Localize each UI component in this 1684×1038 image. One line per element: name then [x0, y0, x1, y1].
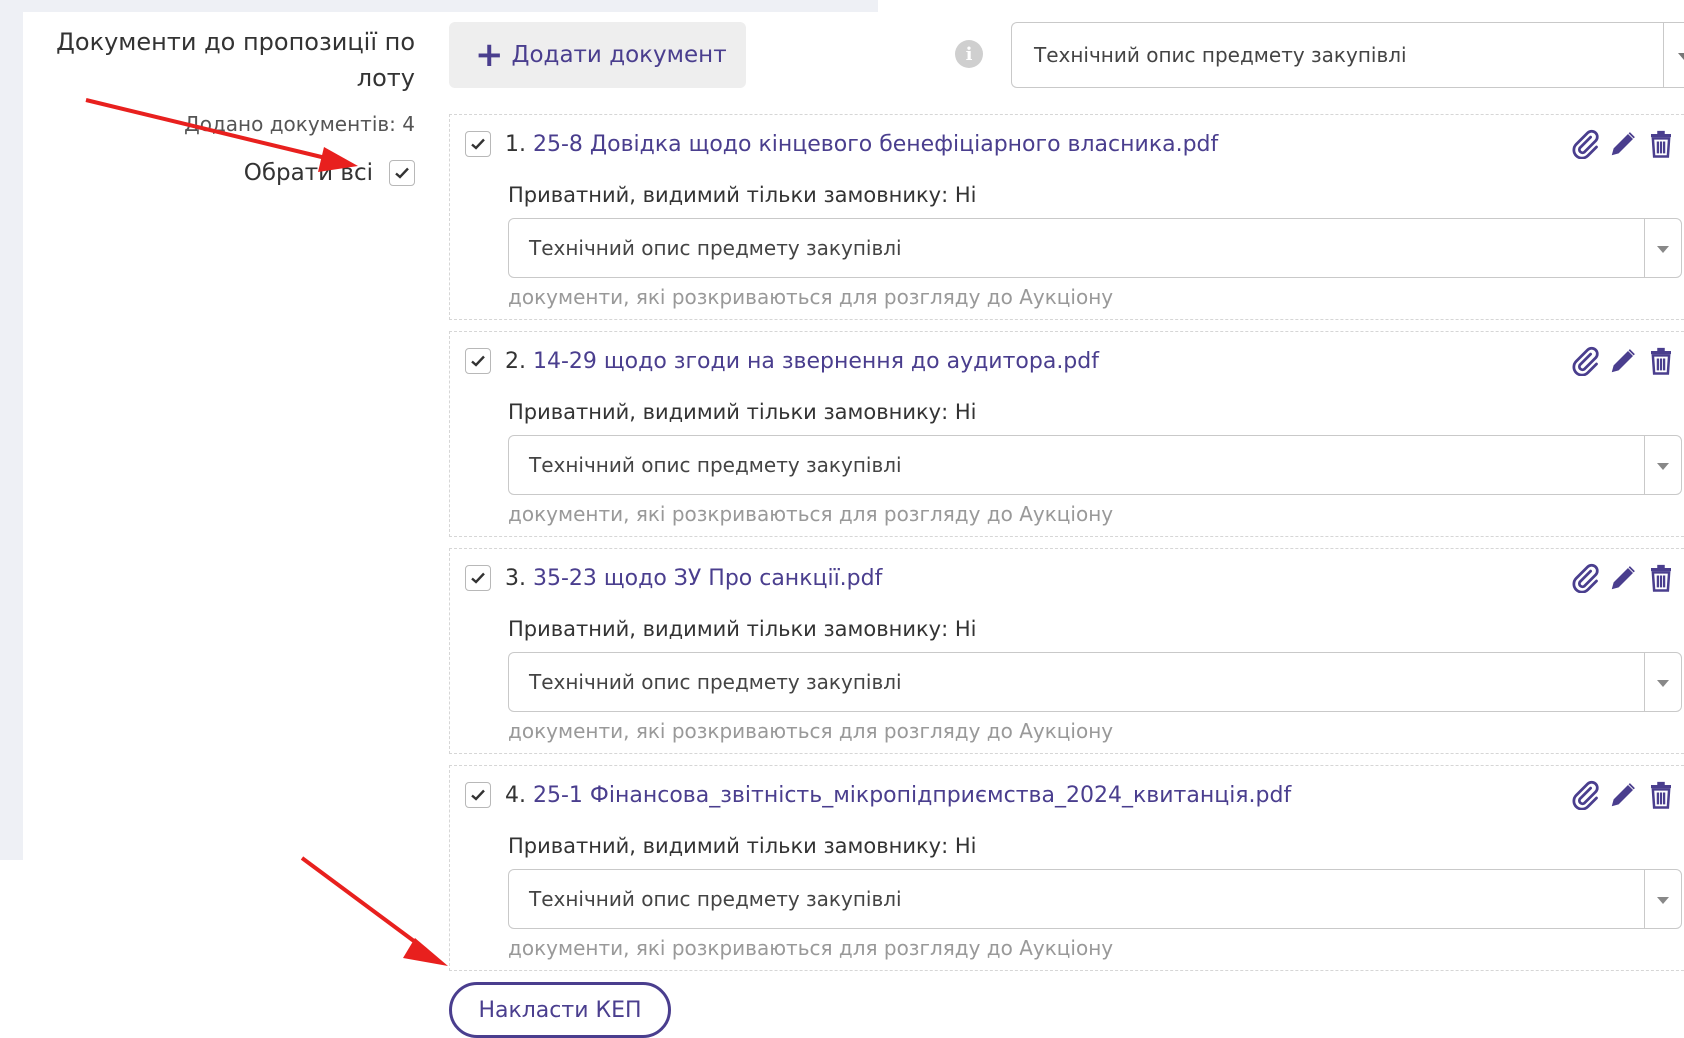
add-document-button[interactable]: + Додати документ [449, 22, 746, 88]
document-card: 3. 35-23 щодо ЗУ Про санкції.pdf Приватн… [449, 548, 1684, 754]
document-checkbox[interactable] [465, 782, 491, 808]
document-number: 2. [505, 348, 526, 374]
plus-icon: + [475, 35, 504, 75]
document-hint: документи, які розкриваються для розгляд… [508, 719, 1114, 743]
document-link[interactable]: 35-23 щодо ЗУ Про санкції.pdf [533, 566, 882, 591]
pencil-icon[interactable] [1607, 561, 1639, 595]
document-type-select[interactable]: Технічний опис предмету закупівлі [508, 435, 1682, 495]
section-label: Документи до пропозиції по лоту [56, 28, 415, 92]
chevron-down-icon[interactable] [1644, 219, 1681, 277]
document-private-flag: Приватний, видимий тільки замовнику: Ні [508, 834, 977, 858]
chevron-down-icon[interactable] [1644, 653, 1681, 711]
document-type-value: Технічний опис предмету закупівлі [529, 670, 902, 694]
document-number: 3. [505, 565, 526, 591]
document-hint: документи, які розкриваються для розгляд… [508, 936, 1114, 960]
documents-sidebar: Документи до пропозиції по лоту Додано д… [30, 24, 415, 186]
document-type-value: Технічний опис предмету закупівлі [529, 453, 902, 477]
document-hint: документи, які розкриваються для розгляд… [508, 502, 1114, 526]
background-strip-top [0, 0, 878, 12]
select-all-checkbox[interactable] [389, 160, 415, 186]
document-type-select[interactable]: Технічний опис предмету закупівлі [508, 218, 1682, 278]
document-card: 4. 25-1 Фінансова_звітність_мікропідприє… [449, 765, 1684, 971]
document-header: 3. 35-23 щодо ЗУ Про санкції.pdf [465, 565, 882, 591]
trash-icon[interactable] [1645, 127, 1677, 161]
select-all-label: Обрати всі [243, 160, 373, 186]
document-number: 1. [505, 131, 526, 157]
chevron-down-icon[interactable] [1644, 436, 1681, 494]
info-icon[interactable]: i [955, 40, 983, 68]
document-actions [1569, 344, 1677, 378]
arrow-to-sign-button [300, 856, 448, 966]
document-type-select-value: Технічний опис предмету закупівлі [1034, 43, 1407, 67]
documents-count: Додано документів: 4 [184, 112, 415, 136]
document-type-select[interactable]: Технічний опис предмету закупівлі [508, 652, 1682, 712]
check-icon [395, 167, 409, 179]
select-all-row: Обрати всі [30, 160, 415, 186]
paperclip-icon[interactable] [1569, 344, 1601, 378]
document-actions [1569, 127, 1677, 161]
document-card: 1. 25-8 Довідка щодо кінцевого бенефіціа… [449, 114, 1684, 320]
document-actions [1569, 778, 1677, 812]
pencil-icon[interactable] [1607, 344, 1639, 378]
document-title: 1. 25-8 Довідка щодо кінцевого бенефіціа… [505, 132, 1218, 157]
document-link[interactable]: 14-29 щодо згоди на звернення до аудитор… [533, 349, 1099, 374]
document-checkbox[interactable] [465, 131, 491, 157]
document-type-select[interactable]: Технічний опис предмету закупівлі [508, 869, 1682, 929]
document-number: 4. [505, 782, 526, 808]
document-private-flag: Приватний, видимий тільки замовнику: Ні [508, 183, 977, 207]
paperclip-icon[interactable] [1569, 561, 1601, 595]
document-private-flag: Приватний, видимий тільки замовнику: Ні [508, 400, 977, 424]
document-hint: документи, які розкриваються для розгляд… [508, 285, 1114, 309]
pencil-icon[interactable] [1607, 127, 1639, 161]
document-link[interactable]: 25-8 Довідка щодо кінцевого бенефіціарно… [533, 132, 1218, 157]
chevron-down-icon[interactable] [1644, 870, 1681, 928]
chevron-down-icon[interactable] [1663, 23, 1684, 87]
paperclip-icon[interactable] [1569, 127, 1601, 161]
document-type-select[interactable]: Технічний опис предмету закупівлі [1011, 22, 1684, 88]
document-header: 4. 25-1 Фінансова_звітність_мікропідприє… [465, 782, 1291, 808]
background-strip-left [0, 0, 23, 860]
paperclip-icon[interactable] [1569, 778, 1601, 812]
sign-kep-button[interactable]: Накласти КЕП [449, 982, 671, 1038]
check-icon [471, 572, 485, 584]
check-icon [471, 355, 485, 367]
document-actions [1569, 561, 1677, 595]
document-type-value: Технічний опис предмету закупівлі [529, 887, 902, 911]
document-link[interactable]: 25-1 Фінансова_звітність_мікропідприємст… [533, 783, 1291, 808]
trash-icon[interactable] [1645, 778, 1677, 812]
document-type-value: Технічний опис предмету закупівлі [529, 236, 902, 260]
pencil-icon[interactable] [1607, 778, 1639, 812]
document-title: 2. 14-29 щодо згоди на звернення до ауди… [505, 349, 1099, 374]
document-title: 4. 25-1 Фінансова_звітність_мікропідприє… [505, 783, 1291, 808]
trash-icon[interactable] [1645, 561, 1677, 595]
document-private-flag: Приватний, видимий тільки замовнику: Ні [508, 617, 977, 641]
document-card: 2. 14-29 щодо згоди на звернення до ауди… [449, 331, 1684, 537]
document-title: 3. 35-23 щодо ЗУ Про санкції.pdf [505, 566, 882, 591]
document-header: 2. 14-29 щодо згоди на звернення до ауди… [465, 348, 1099, 374]
document-checkbox[interactable] [465, 565, 491, 591]
add-document-label: Додати документ [511, 42, 727, 68]
check-icon [471, 138, 485, 150]
document-header: 1. 25-8 Довідка щодо кінцевого бенефіціа… [465, 131, 1218, 157]
check-icon [471, 789, 485, 801]
trash-icon[interactable] [1645, 344, 1677, 378]
document-checkbox[interactable] [465, 348, 491, 374]
